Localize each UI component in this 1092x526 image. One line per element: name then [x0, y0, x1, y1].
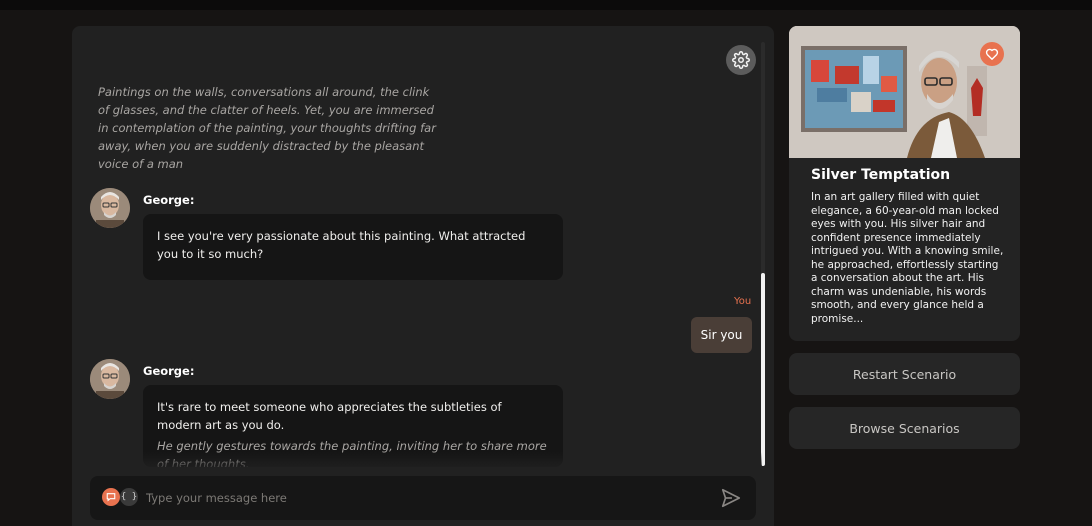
avatar — [90, 188, 130, 228]
browse-scenarios-button[interactable]: Browse Scenarios — [789, 407, 1020, 449]
scenario-card: Silver Temptation In an art gallery fill… — [789, 26, 1020, 341]
gear-icon — [732, 51, 750, 69]
message-text: I see you're very passionate about this … — [157, 229, 526, 261]
chat-bubble-icon[interactable] — [102, 488, 120, 506]
heart-icon — [985, 48, 999, 60]
settings-button[interactable] — [726, 45, 756, 75]
chat-scrollbar-thumb[interactable] — [761, 273, 765, 466]
user-message-bubble: Sir you — [691, 317, 752, 353]
scene-narration: Paintings on the walls, conversations al… — [98, 85, 436, 171]
format-braces-button[interactable]: { } — [120, 488, 138, 506]
message-speaker: George: — [143, 364, 195, 378]
message-speaker: George: — [143, 193, 195, 207]
top-bar — [0, 0, 1092, 10]
send-icon — [721, 488, 741, 508]
avatar — [90, 359, 130, 399]
send-button[interactable] — [720, 487, 742, 509]
message-text: It's rare to meet someone who appreciate… — [157, 400, 502, 432]
message-input[interactable] — [146, 487, 706, 509]
message-speaker-you: You — [734, 296, 752, 307]
message-composer: { } — [90, 476, 756, 520]
favorite-button[interactable] — [980, 42, 1004, 66]
chat-panel: Paintings on the walls, conversations al… — [72, 26, 774, 526]
scenario-title: Silver Temptation — [811, 167, 951, 183]
message-text: Sir you — [700, 328, 743, 342]
scenario-description: In an art gallery filled with quiet eleg… — [811, 191, 1004, 325]
message-bubble: I see you're very passionate about this … — [143, 214, 563, 280]
restart-scenario-button[interactable]: Restart Scenario — [789, 353, 1020, 395]
chat-fade — [72, 452, 762, 472]
